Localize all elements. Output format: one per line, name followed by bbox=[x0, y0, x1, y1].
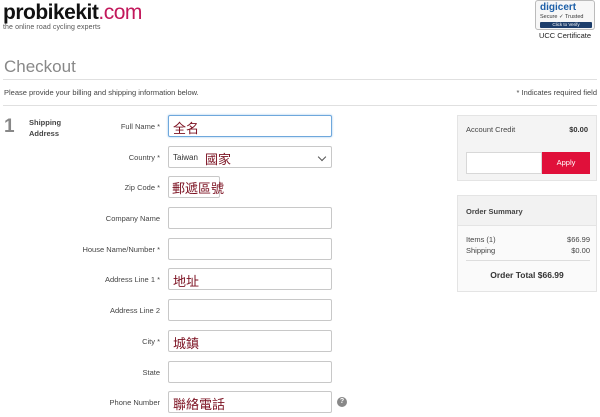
step-number: 1 bbox=[4, 116, 15, 137]
zip-label: Zip Code * bbox=[124, 183, 160, 192]
address2-input[interactable] bbox=[168, 299, 332, 321]
company-input[interactable] bbox=[168, 207, 332, 229]
full-name-value: 全名 bbox=[173, 122, 200, 137]
account-credit-label: Account Credit bbox=[466, 125, 516, 134]
country-row: Country * Taiwan 國家 bbox=[60, 146, 350, 168]
address1-row: Address Line 1 * 地址 bbox=[60, 268, 350, 290]
phone-input[interactable]: 聯絡電話 bbox=[168, 391, 332, 413]
items-value: $66.99 bbox=[567, 235, 590, 244]
address2-row: Address Line 2 bbox=[60, 299, 350, 321]
country-selected-value: Taiwan bbox=[173, 153, 198, 162]
city-input[interactable]: 城鎮 bbox=[168, 330, 332, 352]
zip-annotation: 郵遞區號 bbox=[172, 182, 225, 197]
digicert-brand: digicert bbox=[540, 2, 577, 13]
city-value: 城鎮 bbox=[173, 337, 200, 352]
account-credit-amount: $0.00 bbox=[569, 125, 588, 134]
city-label: City * bbox=[142, 337, 160, 346]
house-row: House Name/Number * bbox=[60, 238, 350, 260]
state-label: State bbox=[142, 368, 160, 377]
order-summary-title: Order Summary bbox=[466, 207, 523, 216]
required-field-note: * Indicates required field bbox=[516, 88, 597, 97]
help-icon[interactable]: ? bbox=[337, 397, 347, 407]
digicert-trust-line: Secure ✓ Trusted bbox=[540, 14, 584, 20]
country-annotation: 國家 bbox=[205, 153, 232, 168]
company-label: Company Name bbox=[105, 214, 160, 223]
full-name-input[interactable]: 全名 bbox=[168, 115, 332, 137]
digicert-seal[interactable]: digicert Secure ✓ Trusted Click to Verif… bbox=[535, 0, 595, 30]
checkout-intro: Please provide your billing and shipping… bbox=[4, 88, 199, 97]
address1-value: 地址 bbox=[173, 275, 200, 290]
divider bbox=[466, 260, 590, 261]
step-label-line1: Shipping bbox=[29, 118, 62, 127]
house-input[interactable] bbox=[168, 238, 332, 260]
address1-label: Address Line 1 * bbox=[104, 275, 160, 284]
order-total: Order Total $66.99 bbox=[490, 270, 564, 280]
shipping-value: $0.00 bbox=[571, 246, 590, 255]
shipping-label: Shipping bbox=[466, 246, 496, 255]
order-summary-panel: Order Summary Items (1) $66.99 Shipping … bbox=[457, 195, 597, 292]
ssl-certificate-badge[interactable]: digicert Secure ✓ Trusted Click to Verif… bbox=[534, 0, 596, 40]
country-select[interactable]: Taiwan 國家 bbox=[168, 146, 332, 168]
address2-label: Address Line 2 bbox=[109, 306, 160, 315]
digicert-verify-link[interactable]: Click to Verify bbox=[540, 22, 592, 28]
credit-amount-input[interactable] bbox=[466, 152, 542, 174]
logo-tagline: the online road cycling experts bbox=[3, 24, 101, 31]
country-label: Country * bbox=[128, 153, 160, 162]
items-row: Items (1) $66.99 bbox=[466, 235, 590, 244]
logo-wordmark: probikekit.com bbox=[3, 1, 142, 24]
phone-label: Phone Number bbox=[109, 398, 160, 407]
step-label: Shipping Address bbox=[29, 117, 61, 139]
state-input[interactable] bbox=[168, 361, 332, 383]
step-label-line2: Address bbox=[29, 129, 60, 138]
phone-row: Phone Number 聯絡電話 ? bbox=[60, 391, 350, 413]
full-name-label: Full Name * bbox=[120, 122, 160, 131]
shipping-row: Shipping $0.00 bbox=[466, 246, 590, 255]
city-row: City * 城鎮 bbox=[60, 330, 350, 352]
apply-button[interactable]: Apply bbox=[542, 152, 590, 174]
address1-input[interactable]: 地址 bbox=[168, 268, 332, 290]
site-logo[interactable]: probikekit.com the online road cycling e… bbox=[3, 1, 142, 32]
divider bbox=[3, 105, 597, 106]
full-name-row: Full Name * 全名 bbox=[60, 115, 350, 137]
divider bbox=[3, 79, 597, 80]
phone-value: 聯絡電話 bbox=[173, 398, 226, 413]
zip-row: Zip Code * 郵遞區號 bbox=[60, 176, 350, 198]
page-title: Checkout bbox=[4, 57, 76, 76]
items-label: Items (1) bbox=[466, 235, 496, 244]
cert-caption: UCC Certificate bbox=[538, 31, 592, 40]
company-row: Company Name bbox=[60, 207, 350, 229]
chevron-down-icon bbox=[317, 152, 327, 162]
house-label: House Name/Number * bbox=[82, 245, 160, 254]
state-row: State bbox=[60, 361, 350, 383]
order-summary-header: Order Summary bbox=[458, 196, 596, 226]
account-credit-panel: Account Credit $0.00 Apply bbox=[457, 115, 597, 181]
